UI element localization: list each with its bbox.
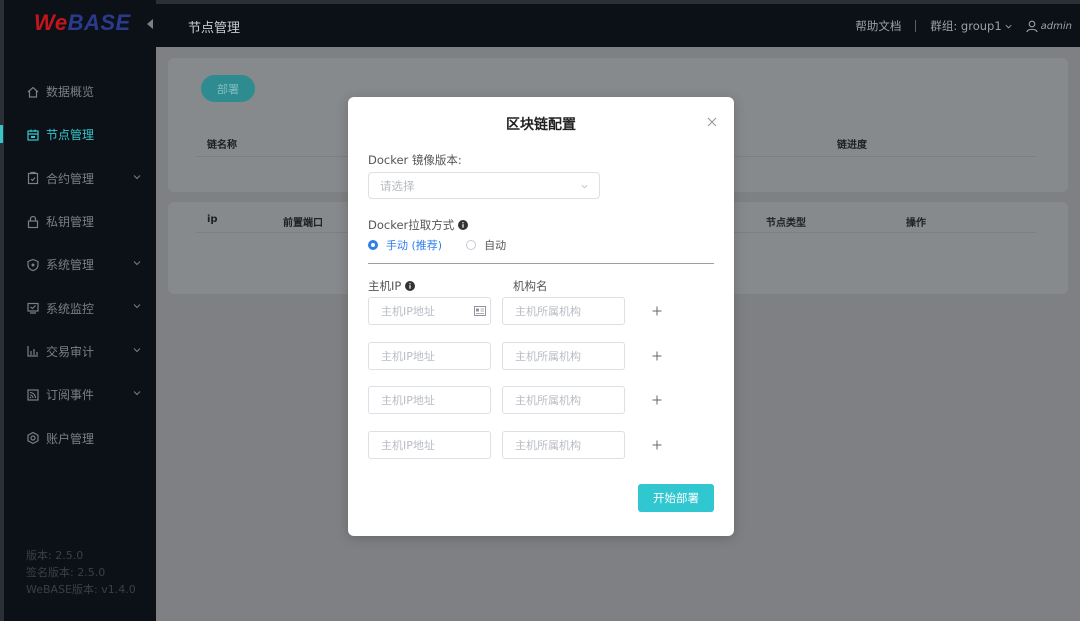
id-card-icon: [474, 306, 486, 316]
collapse-sidebar-icon[interactable]: [147, 19, 153, 29]
docker-version-select[interactable]: 请选择: [368, 172, 600, 199]
sidebar-item-label: 系统监控: [46, 301, 95, 316]
table-header-ip: ip: [207, 214, 218, 225]
org-name-label: 机构名: [513, 279, 548, 293]
section-divider: [368, 263, 714, 264]
calendar-icon: [26, 128, 40, 142]
group-selector[interactable]: 群组: group1: [930, 18, 1001, 34]
sidebar-item-system-management[interactable]: 系统管理: [4, 243, 156, 286]
docker-version-label: Docker 镜像版本:: [368, 153, 462, 167]
logo: WeBASE: [34, 10, 131, 35]
sidebar-item-label: 交易审计: [46, 344, 95, 359]
sidebar-item-node-management[interactable]: 节点管理: [0, 113, 156, 156]
sidebar-item-overview[interactable]: 数据概览: [4, 70, 156, 113]
host-ip-label: 主机IP: [368, 278, 416, 294]
add-row-icon[interactable]: [652, 306, 662, 316]
host-ip-input[interactable]: 主机IP地址: [368, 342, 491, 370]
table-header-chain-name: 链名称: [207, 140, 237, 151]
home-icon: [26, 85, 40, 99]
shield-icon: [26, 258, 40, 272]
info-icon[interactable]: [405, 281, 416, 291]
sidebar-item-contract-management[interactable]: 合约管理: [4, 157, 156, 200]
blockchain-config-dialog: 区块链配置 Docker 镜像版本: 请选择 Docker拉取方式 手动 (推荐…: [348, 97, 734, 536]
username[interactable]: admin: [1041, 21, 1072, 32]
header-divider: [915, 20, 917, 32]
chevron-down-icon: [132, 258, 142, 268]
radio-manual-label[interactable]: 手动 (推荐): [386, 237, 442, 253]
close-icon[interactable]: [706, 116, 718, 128]
radio-auto[interactable]: [466, 240, 477, 250]
sidebar: WeBASE 数据概览 节点管理 合约管理 私钥管理 系统管理 系统监控 交易审…: [0, 0, 156, 621]
sidebar-menu: 数据概览 节点管理 合约管理 私钥管理 系统管理 系统监控 交易审计 订阅事件 …: [0, 70, 156, 460]
version-line: 签名版本: 2.5.0: [26, 566, 106, 579]
top-header: 节点管理 帮助文档 群组: group1 admin: [156, 4, 1080, 47]
host-ip-input[interactable]: 主机IP地址: [368, 386, 491, 414]
sidebar-item-label: 节点管理: [46, 128, 95, 143]
deploy-button[interactable]: 部署: [201, 75, 255, 102]
version-line: 版本: 2.5.0: [26, 549, 84, 562]
table-header-chain-progress: 链进度: [837, 140, 867, 151]
table-header-front-port: 前置端口: [283, 218, 323, 229]
org-name-input[interactable]: 主机所属机构: [502, 431, 625, 459]
host-ip-input[interactable]: 主机IP地址: [368, 431, 491, 459]
pull-mode-radio-group: 手动 (推荐) 自动: [368, 237, 530, 253]
org-name-input[interactable]: 主机所属机构: [502, 297, 625, 325]
rss-icon: [26, 388, 40, 402]
select-placeholder: 请选择: [380, 178, 415, 193]
radio-auto-label[interactable]: 自动: [484, 237, 506, 253]
table-header-node-type: 节点类型: [766, 218, 806, 229]
sidebar-item-key-management[interactable]: 私钥管理: [4, 200, 156, 243]
chevron-down-icon: [132, 345, 142, 355]
sidebar-item-label: 数据概览: [46, 85, 95, 100]
info-icon[interactable]: [458, 220, 469, 230]
page-title: 节点管理: [188, 21, 241, 36]
pull-mode-label: Docker拉取方式: [368, 217, 469, 233]
sidebar-item-label: 系统管理: [46, 258, 95, 273]
start-deploy-button[interactable]: 开始部署: [638, 484, 714, 512]
add-row-icon[interactable]: [652, 351, 662, 361]
sidebar-item-subscribe-events[interactable]: 订阅事件: [4, 373, 156, 416]
user-icon[interactable]: [1025, 19, 1039, 33]
monitor-icon: [26, 301, 40, 315]
header-actions: 帮助文档 群组: group1 admin: [855, 18, 1072, 34]
sidebar-item-label: 私钥管理: [46, 215, 95, 230]
version-line: WeBASE版本: v1.4.0: [26, 583, 136, 596]
sidebar-item-account-management[interactable]: 账户管理: [4, 416, 156, 459]
dialog-title: 区块链配置: [506, 117, 576, 133]
chevron-down-icon: [132, 301, 142, 311]
clipboard-icon: [26, 171, 40, 185]
chevron-down-icon[interactable]: [1004, 22, 1013, 31]
sidebar-item-transaction-audit[interactable]: 交易审计: [4, 330, 156, 373]
chevron-down-icon: [132, 172, 142, 182]
sidebar-item-label: 合约管理: [46, 171, 95, 186]
org-name-input[interactable]: 主机所属机构: [502, 342, 625, 370]
sidebar-item-label: 账户管理: [46, 431, 95, 446]
bar-chart-icon: [26, 344, 40, 358]
sidebar-item-label: 订阅事件: [46, 388, 95, 403]
org-name-input[interactable]: 主机所属机构: [502, 386, 625, 414]
host-ip-input[interactable]: 主机IP地址: [368, 297, 491, 325]
radio-manual[interactable]: [368, 240, 378, 250]
chevron-down-icon: [132, 388, 142, 398]
table-header-actions: 操作: [906, 218, 926, 229]
sidebar-item-system-monitor[interactable]: 系统监控: [4, 286, 156, 329]
add-row-icon[interactable]: [652, 440, 662, 450]
lock-icon: [26, 215, 40, 229]
add-row-icon[interactable]: [652, 395, 662, 405]
chevron-down-icon: [581, 184, 588, 189]
version-info: 版本: 2.5.0 签名版本: 2.5.0 WeBASE版本: v1.4.0: [26, 547, 136, 598]
settings-icon: [26, 431, 40, 445]
help-docs-link[interactable]: 帮助文档: [855, 18, 901, 34]
